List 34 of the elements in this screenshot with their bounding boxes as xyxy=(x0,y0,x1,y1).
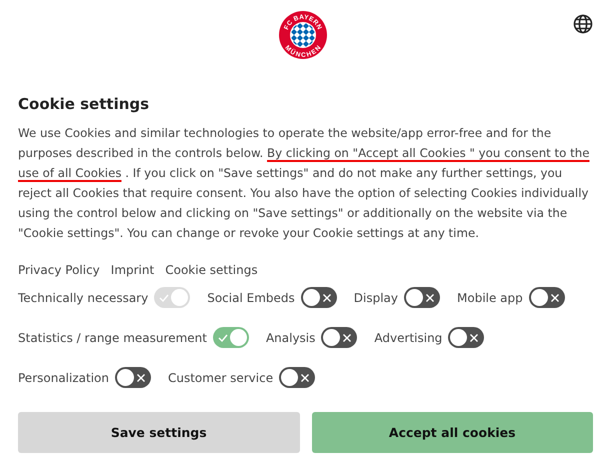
toggle-switch[interactable] xyxy=(448,327,484,348)
cross-icon xyxy=(425,292,435,302)
language-globe-icon[interactable] xyxy=(573,14,593,34)
toggle-label: Statistics / range measurement xyxy=(18,330,207,344)
toggle-label: Social Embeds xyxy=(207,290,295,304)
cross-icon xyxy=(550,292,560,302)
dialog-title: Cookie settings xyxy=(18,95,150,113)
toggle-label: Analysis xyxy=(266,330,316,344)
cross-icon xyxy=(136,372,146,382)
check-icon xyxy=(218,332,228,342)
toggle-label: Technically necessary xyxy=(18,290,148,304)
toggle-label: Display xyxy=(354,290,398,304)
footer-link[interactable]: Cookie settings xyxy=(165,263,258,277)
action-button[interactable]: Accept all cookies xyxy=(312,412,593,453)
toggle-switch[interactable] xyxy=(321,327,358,348)
toggle-label: Advertising xyxy=(374,330,442,344)
footer-link[interactable]: Imprint xyxy=(110,263,154,277)
footer-link[interactable]: Privacy Policy xyxy=(18,263,100,277)
cross-icon xyxy=(469,332,480,342)
toggle-label: Customer service xyxy=(168,370,274,384)
toggle-switch[interactable] xyxy=(404,287,440,308)
action-button[interactable]: Save settings xyxy=(18,412,300,453)
toggle-switch[interactable] xyxy=(528,287,565,308)
toggle-label: Mobile app xyxy=(457,290,523,304)
toggle-switch[interactable] xyxy=(212,327,249,348)
cross-icon xyxy=(342,332,352,342)
intro-paragraph: We use Cookies and similar technologies to operate the website/app error-free and for the purposes described in the controls below. By clicking on "Accept all Cookies " you consent to the use of all Cookies . If you click on "Save settings" and do not make any further settings, you reject all Cookies that require consent. You also have the option of selecting Cookies individually using the control below and clicking on "Save settings" or additionally on the website via the "Cookie settings". You can change or revoke your Cookie settings at any time. xyxy=(18,125,590,242)
cross-icon xyxy=(322,292,332,302)
toggle-switch[interactable] xyxy=(300,287,337,308)
toggle-switch[interactable] xyxy=(114,367,151,388)
check-icon xyxy=(159,292,170,302)
toggle-label: Personalization xyxy=(18,370,109,384)
cross-icon xyxy=(300,372,310,382)
toggle-switch[interactable] xyxy=(279,367,316,388)
